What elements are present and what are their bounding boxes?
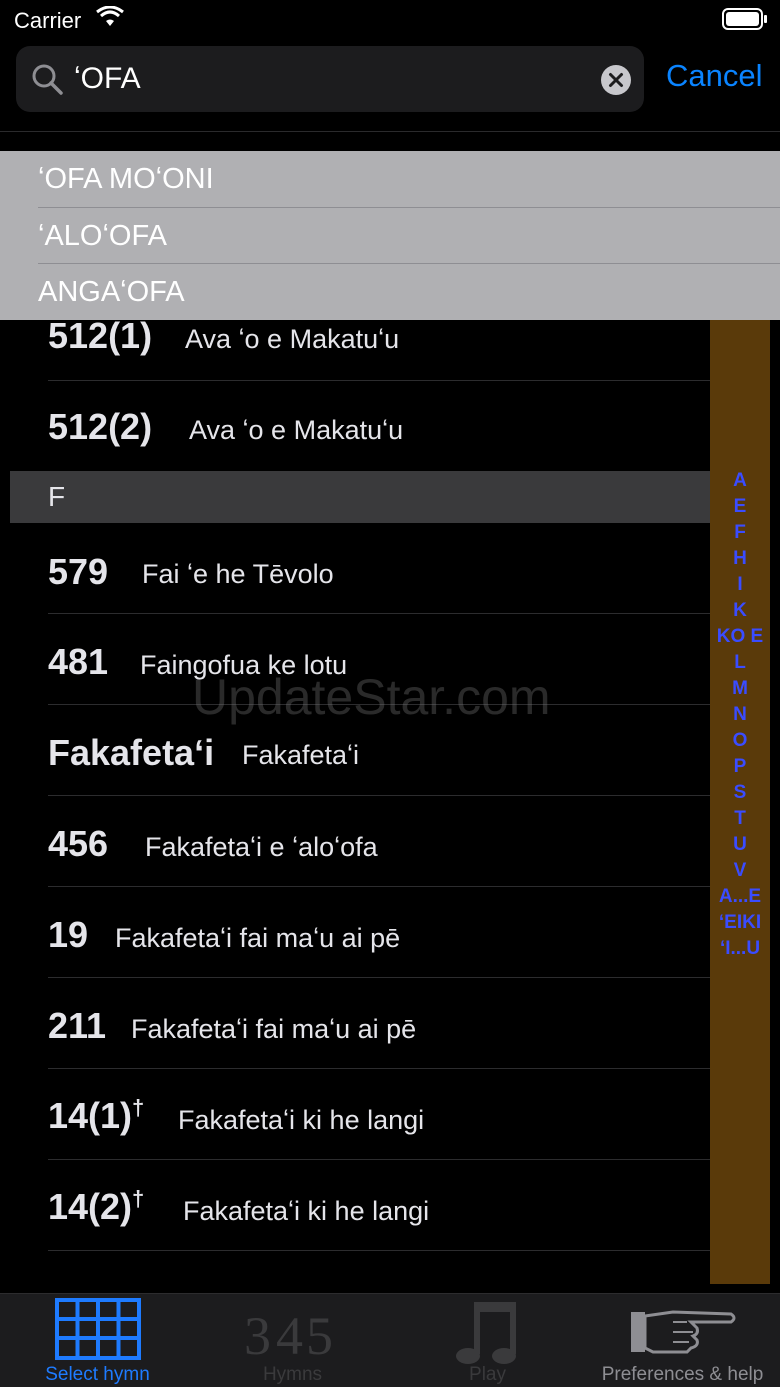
tab-preferences-help[interactable]: Preferences & help [585, 1294, 780, 1387]
svg-text:3: 3 [244, 1306, 271, 1364]
tab-hymns[interactable]: 3 4 5 Hymns [195, 1294, 390, 1387]
hymn-row[interactable]: 579 Fai ʻe he Tēvolo [48, 523, 710, 613]
section-header-label: F [48, 481, 66, 512]
hymn-title: Fakafetaʻi e ʻaloʻofa [145, 832, 378, 862]
dagger-mark: † [132, 1186, 145, 1211]
watermark: UpdateStar.com [192, 669, 551, 725]
hymn-number: 211 [48, 1005, 107, 1046]
dagger-mark: † [132, 1095, 145, 1120]
hymn-title: Ava ʻo e Makatuʻu [189, 415, 404, 445]
index-item[interactable]: KO E [710, 626, 770, 648]
index-item[interactable]: A [710, 470, 770, 492]
hymn-row[interactable]: 19 Fakafetaʻi fai maʻu ai pē [48, 887, 710, 977]
hymn-title: Fakafetaʻi ki he langi [178, 1105, 425, 1135]
hymn-number: 481 [48, 641, 109, 682]
search-icon [32, 64, 63, 95]
hymn-row[interactable]: 211 Fakafetaʻi fai maʻu ai pē [48, 978, 710, 1068]
tab-play[interactable]: Play [390, 1294, 585, 1387]
index-item[interactable]: P [710, 756, 770, 778]
hymn-list[interactable]: 512(1) Ava ʻo e Makatuʻu 512(2) Ava ʻo e… [0, 290, 710, 1286]
index-item[interactable]: U [710, 834, 770, 856]
tab-label: Preferences & help [601, 1364, 764, 1385]
cancel-button[interactable]: Cancel [666, 58, 763, 94]
status-bar: Carrier [0, 0, 780, 40]
hymn-title: Fai ʻe he Tēvolo [142, 559, 334, 589]
tab-label: Select hymn [45, 1364, 150, 1385]
index-item[interactable]: N [710, 704, 770, 726]
index-item[interactable]: ʻEIKI [710, 912, 770, 934]
tab-select-hymn[interactable]: Select hymn [0, 1294, 195, 1387]
hymn-number: Fakafetaʻi [48, 732, 215, 773]
tab-label: Hymns [262, 1364, 323, 1385]
search-suggestions: ʻOFA MOʻONI ʻALOʻOFA ANGAʻOFA [0, 151, 780, 320]
suggestion-item[interactable]: ANGAʻOFA [38, 264, 780, 320]
clear-search-icon[interactable] [600, 64, 632, 96]
index-item[interactable]: H [710, 548, 770, 570]
wifi-icon [96, 6, 124, 26]
tab-label: Play [469, 1364, 506, 1385]
hymn-title: Ava ʻo e Makatuʻu [185, 324, 400, 354]
index-item[interactable]: S [710, 782, 770, 804]
index-item[interactable]: E [710, 496, 770, 518]
carrier-label: Carrier [14, 8, 82, 33]
section-header-f: F [10, 471, 710, 523]
hymn-number: 579 [48, 551, 109, 592]
hymn-number: 14(1)† [48, 1095, 145, 1136]
index-item[interactable]: I [710, 574, 770, 596]
hymn-title: Fakafetaʻi ki he langi [183, 1196, 430, 1226]
index-item[interactable]: A...E [710, 886, 770, 908]
index-item[interactable]: O [710, 730, 770, 752]
index-item[interactable]: K [710, 600, 770, 622]
index-item[interactable]: ʻI...U [710, 938, 770, 960]
divider [0, 131, 780, 132]
music-note-icon [456, 1302, 516, 1364]
search-bar[interactable] [16, 46, 644, 112]
hymn-number: 512(2) [48, 406, 153, 447]
hymn-title: Fakafetaʻi fai maʻu ai pē [131, 1014, 417, 1044]
hymn-title: Fakafetaʻi fai maʻu ai pē [115, 923, 401, 953]
hymn-title: Fakafetaʻi [242, 740, 360, 770]
battery-icon [722, 8, 767, 30]
suggestion-item[interactable]: ʻALOʻOFA [38, 208, 780, 264]
index-item[interactable]: T [710, 808, 770, 830]
pointing-hand-icon [631, 1310, 736, 1354]
tab-bar: Select hymn 3 4 5 Hymns Play Preferences… [0, 1293, 780, 1387]
svg-text:4: 4 [276, 1306, 303, 1364]
index-item[interactable]: V [710, 860, 770, 882]
hymn-row[interactable]: 456 Fakafetaʻi e ʻaloʻofa [48, 796, 710, 886]
hymn-row[interactable]: 14(2)† Fakafetaʻi ki he langi [48, 1160, 710, 1250]
svg-text:5: 5 [306, 1306, 333, 1364]
grid-icon [55, 1298, 141, 1360]
index-item[interactable]: L [710, 652, 770, 674]
alphabet-index-bar[interactable]: A E F H I K KO E L M N O P S T U V A...E… [710, 320, 770, 1284]
hymn-number: 14(2)† [48, 1186, 145, 1227]
hymn-number: 456 [48, 823, 109, 864]
hymn-number: 512(1) [48, 315, 153, 356]
index-item[interactable]: M [710, 678, 770, 700]
search-input[interactable] [74, 54, 594, 104]
suggestion-item[interactable]: ʻOFA MOʻONI [38, 151, 780, 207]
index-item[interactable]: F [710, 522, 770, 544]
hymn-row[interactable]: 14(1)† Fakafetaʻi ki he langi [48, 1069, 710, 1159]
row-divider [48, 1250, 710, 1251]
hymn-numbers-icon: 3 4 5 [244, 1306, 333, 1364]
hymn-row[interactable]: 512(2) Ava ʻo e Makatuʻu [48, 381, 710, 471]
hymn-number: 19 [48, 914, 89, 955]
